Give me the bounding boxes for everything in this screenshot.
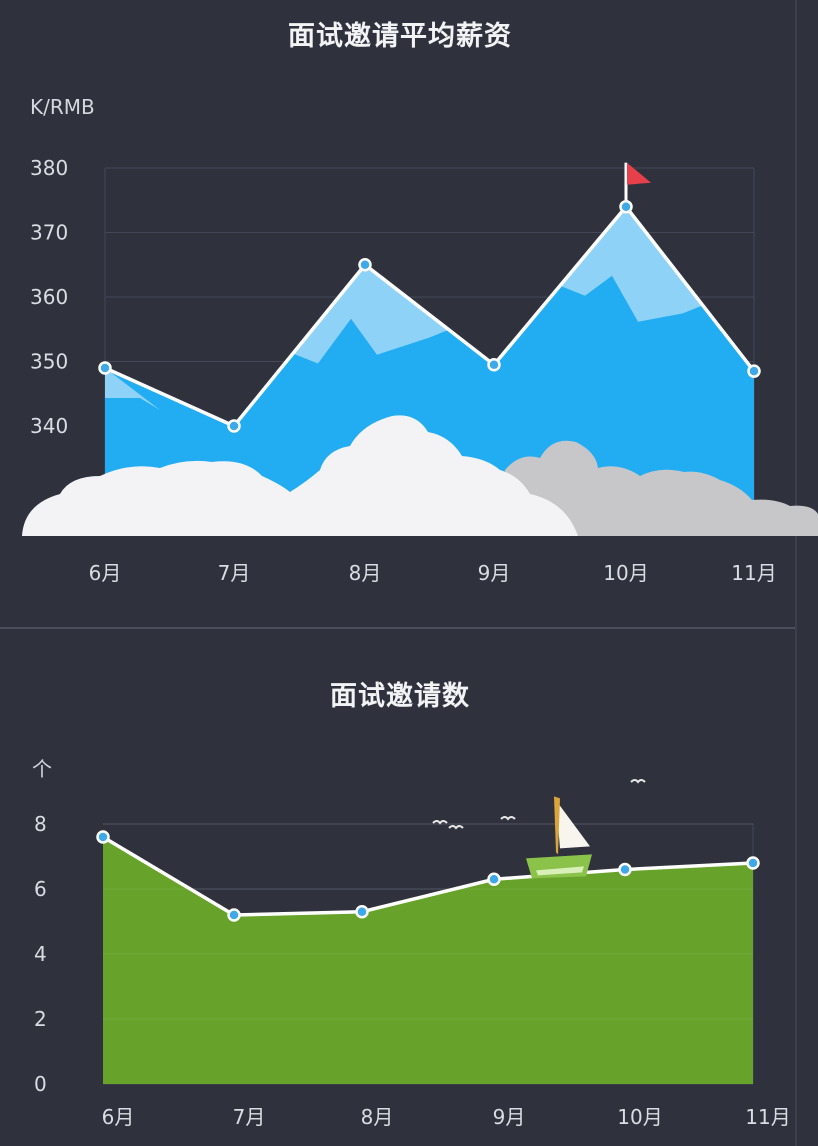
count-y-tick-label: 4	[34, 942, 47, 966]
count-y-tick-label: 0	[34, 1072, 47, 1096]
count-point	[355, 905, 369, 919]
salary-chart: 340 350 360 370 380 6月 7月 8月 9月 10月 11月	[22, 156, 818, 585]
salary-x-tick-label: 6月	[89, 561, 122, 585]
salary-x-tick-label: 10月	[603, 561, 648, 585]
count-series	[96, 823, 760, 1084]
salary-point	[747, 364, 761, 378]
salary-y-axis: 340 350 360 370 380	[30, 156, 68, 438]
bird-icon	[448, 825, 464, 830]
count-area	[103, 837, 753, 1084]
salary-x-tick-label: 11月	[731, 561, 776, 585]
salary-y-tick-label: 370	[30, 221, 68, 245]
count-point	[618, 862, 632, 877]
count-x-tick-label: 7月	[233, 1105, 266, 1129]
count-x-tick-label: 6月	[102, 1105, 135, 1129]
salary-point	[358, 258, 372, 272]
count-point	[746, 856, 760, 870]
salary-y-tick-label: 380	[30, 156, 68, 180]
count-y-tick-label: 6	[34, 877, 47, 901]
salary-y-tick-label: 360	[30, 285, 68, 309]
bird-icon	[432, 820, 448, 825]
flag-icon	[627, 162, 651, 185]
salary-point	[227, 419, 241, 433]
count-x-axis: 6月 7月 8月 9月 10月 11月	[102, 1105, 791, 1129]
bird-icon	[630, 779, 646, 784]
count-point	[227, 908, 241, 922]
salary-point	[619, 199, 633, 214]
boat-hull	[526, 854, 592, 879]
salary-x-tick-label: 8月	[349, 561, 382, 585]
salary-chart-panel: 面试邀请平均薪资 K/RMB 340 350 360 370 380 6月 7月 8月 9月 1…	[0, 0, 818, 628]
salary-x-tick-label: 9月	[478, 561, 511, 585]
bird-icon	[500, 816, 516, 821]
salary-point	[98, 361, 112, 375]
count-chart: 0 2 4 6 8 6月 7月 8月 9月 10月 11月	[34, 779, 791, 1129]
count-chart-panel: 面试邀请数 个 02468 6月 7月 8月 9月 10月 11月	[0, 628, 818, 1146]
count-x-tick-label: 8月	[361, 1105, 394, 1129]
count-point	[96, 830, 110, 844]
count-y-tick-label: 8	[34, 812, 47, 836]
count-x-tick-label: 10月	[617, 1105, 662, 1129]
salary-x-tick-label: 7月	[218, 561, 251, 585]
salary-y-tick-label: 350	[30, 350, 68, 374]
count-x-tick-label: 11月	[745, 1105, 790, 1129]
sailboat-decoration	[432, 779, 646, 879]
salary-point	[487, 357, 501, 372]
count-x-tick-label: 9月	[493, 1105, 526, 1129]
count-point	[487, 872, 501, 886]
salary-x-axis: 6月 7月 8月 9月 10月 11月	[89, 561, 777, 585]
salary-y-tick-label: 340	[30, 414, 68, 438]
count-y-axis: 0 2 4 6 8	[34, 812, 47, 1096]
count-y-tick-label: 2	[34, 1007, 47, 1031]
